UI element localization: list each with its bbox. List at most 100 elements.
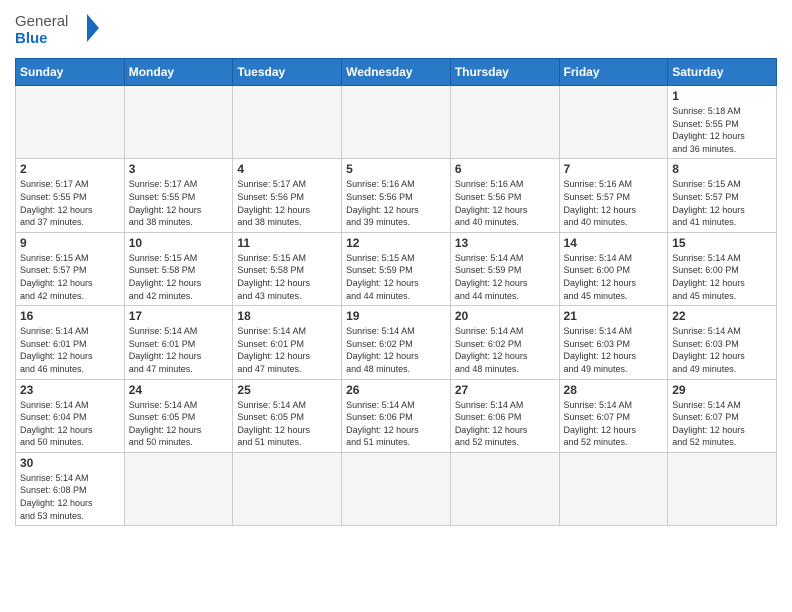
day-info: Sunrise: 5:14 AM Sunset: 6:05 PM Dayligh… [129, 399, 229, 449]
logo: GeneralBlue [15, 10, 115, 50]
calendar-cell: 9Sunrise: 5:15 AM Sunset: 5:57 PM Daylig… [16, 232, 125, 305]
day-info: Sunrise: 5:18 AM Sunset: 5:55 PM Dayligh… [672, 105, 772, 155]
day-number: 29 [672, 383, 772, 397]
day-info: Sunrise: 5:14 AM Sunset: 6:06 PM Dayligh… [346, 399, 446, 449]
calendar-cell [124, 452, 233, 525]
calendar-cell: 12 Sunrise: 5:15 AM Sunset: 5:59 PM Dayli… [342, 232, 451, 305]
weekday-header-wednesday: Wednesday [342, 59, 451, 86]
day-info: Sunrise: 5:14 AM Sunset: 6:01 PM Dayligh… [20, 325, 120, 375]
day-info: Sunrise: 5:14 AM Sunset: 6:03 PM Dayligh… [672, 325, 772, 375]
day-number: 3 [129, 162, 229, 176]
calendar-cell: 18 Sunrise: 5:14 AM Sunset: 6:01 PM Dayli… [233, 306, 342, 379]
calendar-cell: 20 Sunrise: 5:14 AM Sunset: 6:02 PM Dayli… [450, 306, 559, 379]
calendar-cell: 30Sunrise: 5:14 AM Sunset: 6:08 PM Dayli… [16, 452, 125, 525]
day-info: Sunrise: 5:14 AM Sunset: 6:00 PM Dayligh… [564, 252, 664, 302]
calendar-cell: 22 Sunrise: 5:14 AM Sunset: 6:03 PM Dayli… [668, 306, 777, 379]
calendar-cell [559, 86, 668, 159]
calendar-cell: 11Sunrise: 5:15 AM Sunset: 5:58 PM Dayli… [233, 232, 342, 305]
calendar-cell [450, 452, 559, 525]
calendar: SundayMondayTuesdayWednesdayThursdayFrid… [15, 58, 777, 526]
svg-text:Blue: Blue [15, 30, 48, 47]
day-number: 13 [455, 236, 555, 250]
day-number: 17 [129, 309, 229, 323]
day-number: 8 [672, 162, 772, 176]
day-number: 21 [564, 309, 664, 323]
day-info: Sunrise: 5:14 AM Sunset: 6:01 PM Dayligh… [237, 325, 337, 375]
day-info: Sunrise: 5:14 AM Sunset: 6:02 PM Dayligh… [455, 325, 555, 375]
calendar-cell [559, 452, 668, 525]
day-number: 12 [346, 236, 446, 250]
calendar-cell [450, 86, 559, 159]
calendar-cell [233, 86, 342, 159]
calendar-cell: 15 Sunrise: 5:14 AM Sunset: 6:00 PM Dayli… [668, 232, 777, 305]
calendar-cell: 24Sunrise: 5:14 AM Sunset: 6:05 PM Dayli… [124, 379, 233, 452]
calendar-week-row: 16 Sunrise: 5:14 AM Sunset: 6:01 PM Dayli… [16, 306, 777, 379]
day-info: Sunrise: 5:14 AM Sunset: 6:07 PM Dayligh… [564, 399, 664, 449]
calendar-cell [16, 86, 125, 159]
calendar-cell: 6Sunrise: 5:16 AM Sunset: 5:56 PM Daylig… [450, 159, 559, 232]
day-info: Sunrise: 5:14 AM Sunset: 6:07 PM Dayligh… [672, 399, 772, 449]
day-info: Sunrise: 5:16 AM Sunset: 5:57 PM Dayligh… [564, 178, 664, 228]
calendar-cell: 1Sunrise: 5:18 AM Sunset: 5:55 PM Daylig… [668, 86, 777, 159]
day-info: Sunrise: 5:14 AM Sunset: 6:01 PM Dayligh… [129, 325, 229, 375]
calendar-cell: 10Sunrise: 5:15 AM Sunset: 5:58 PM Dayli… [124, 232, 233, 305]
day-number: 11 [237, 236, 337, 250]
day-info: Sunrise: 5:16 AM Sunset: 5:56 PM Dayligh… [455, 178, 555, 228]
day-info: Sunrise: 5:15 AM Sunset: 5:59 PM Dayligh… [346, 252, 446, 302]
day-number: 4 [237, 162, 337, 176]
day-number: 20 [455, 309, 555, 323]
day-info: Sunrise: 5:15 AM Sunset: 5:57 PM Dayligh… [20, 252, 120, 302]
calendar-cell: 21 Sunrise: 5:14 AM Sunset: 6:03 PM Dayli… [559, 306, 668, 379]
calendar-cell: 26 Sunrise: 5:14 AM Sunset: 6:06 PM Dayli… [342, 379, 451, 452]
calendar-cell: 4 Sunrise: 5:17 AM Sunset: 5:56 PM Daylig… [233, 159, 342, 232]
calendar-cell [342, 452, 451, 525]
day-number: 19 [346, 309, 446, 323]
calendar-cell: 14 Sunrise: 5:14 AM Sunset: 6:00 PM Dayli… [559, 232, 668, 305]
calendar-week-row: 23 Sunrise: 5:14 AM Sunset: 6:04 PM Dayli… [16, 379, 777, 452]
weekday-header-saturday: Saturday [668, 59, 777, 86]
day-number: 2 [20, 162, 120, 176]
calendar-cell: 5 Sunrise: 5:16 AM Sunset: 5:56 PM Daylig… [342, 159, 451, 232]
day-info: Sunrise: 5:17 AM Sunset: 5:56 PM Dayligh… [237, 178, 337, 228]
day-number: 23 [20, 383, 120, 397]
day-info: Sunrise: 5:16 AM Sunset: 5:56 PM Dayligh… [346, 178, 446, 228]
calendar-cell [233, 452, 342, 525]
calendar-cell: 29 Sunrise: 5:14 AM Sunset: 6:07 PM Dayli… [668, 379, 777, 452]
calendar-cell: 19 Sunrise: 5:14 AM Sunset: 6:02 PM Dayli… [342, 306, 451, 379]
calendar-cell: 8 Sunrise: 5:15 AM Sunset: 5:57 PM Daylig… [668, 159, 777, 232]
header: GeneralBlue [15, 10, 777, 50]
day-number: 14 [564, 236, 664, 250]
calendar-cell: 16 Sunrise: 5:14 AM Sunset: 6:01 PM Dayli… [16, 306, 125, 379]
calendar-cell [342, 86, 451, 159]
day-info: Sunrise: 5:14 AM Sunset: 6:04 PM Dayligh… [20, 399, 120, 449]
day-info: Sunrise: 5:14 AM Sunset: 6:05 PM Dayligh… [237, 399, 337, 449]
svg-text:General: General [15, 13, 68, 30]
calendar-week-row: 2 Sunrise: 5:17 AM Sunset: 5:55 PM Daylig… [16, 159, 777, 232]
day-info: Sunrise: 5:14 AM Sunset: 6:02 PM Dayligh… [346, 325, 446, 375]
calendar-cell: 7Sunrise: 5:16 AM Sunset: 5:57 PM Daylig… [559, 159, 668, 232]
day-number: 26 [346, 383, 446, 397]
day-info: Sunrise: 5:17 AM Sunset: 5:55 PM Dayligh… [20, 178, 120, 228]
day-info: Sunrise: 5:14 AM Sunset: 6:00 PM Dayligh… [672, 252, 772, 302]
day-number: 22 [672, 309, 772, 323]
weekday-header-monday: Monday [124, 59, 233, 86]
day-info: Sunrise: 5:15 AM Sunset: 5:58 PM Dayligh… [129, 252, 229, 302]
calendar-cell [124, 86, 233, 159]
day-info: Sunrise: 5:14 AM Sunset: 6:08 PM Dayligh… [20, 472, 120, 522]
day-info: Sunrise: 5:14 AM Sunset: 5:59 PM Dayligh… [455, 252, 555, 302]
calendar-cell: 28Sunrise: 5:14 AM Sunset: 6:07 PM Dayli… [559, 379, 668, 452]
day-info: Sunrise: 5:15 AM Sunset: 5:57 PM Dayligh… [672, 178, 772, 228]
generalblue-logo-icon: GeneralBlue [15, 10, 115, 50]
calendar-cell: 2 Sunrise: 5:17 AM Sunset: 5:55 PM Daylig… [16, 159, 125, 232]
day-info: Sunrise: 5:14 AM Sunset: 6:03 PM Dayligh… [564, 325, 664, 375]
calendar-cell: 17 Sunrise: 5:14 AM Sunset: 6:01 PM Dayli… [124, 306, 233, 379]
day-number: 18 [237, 309, 337, 323]
calendar-cell: 25Sunrise: 5:14 AM Sunset: 6:05 PM Dayli… [233, 379, 342, 452]
calendar-cell: 3Sunrise: 5:17 AM Sunset: 5:55 PM Daylig… [124, 159, 233, 232]
calendar-week-row: 9Sunrise: 5:15 AM Sunset: 5:57 PM Daylig… [16, 232, 777, 305]
day-number: 15 [672, 236, 772, 250]
day-number: 5 [346, 162, 446, 176]
calendar-cell: 13 Sunrise: 5:14 AM Sunset: 5:59 PM Dayli… [450, 232, 559, 305]
weekday-header-sunday: Sunday [16, 59, 125, 86]
day-number: 16 [20, 309, 120, 323]
